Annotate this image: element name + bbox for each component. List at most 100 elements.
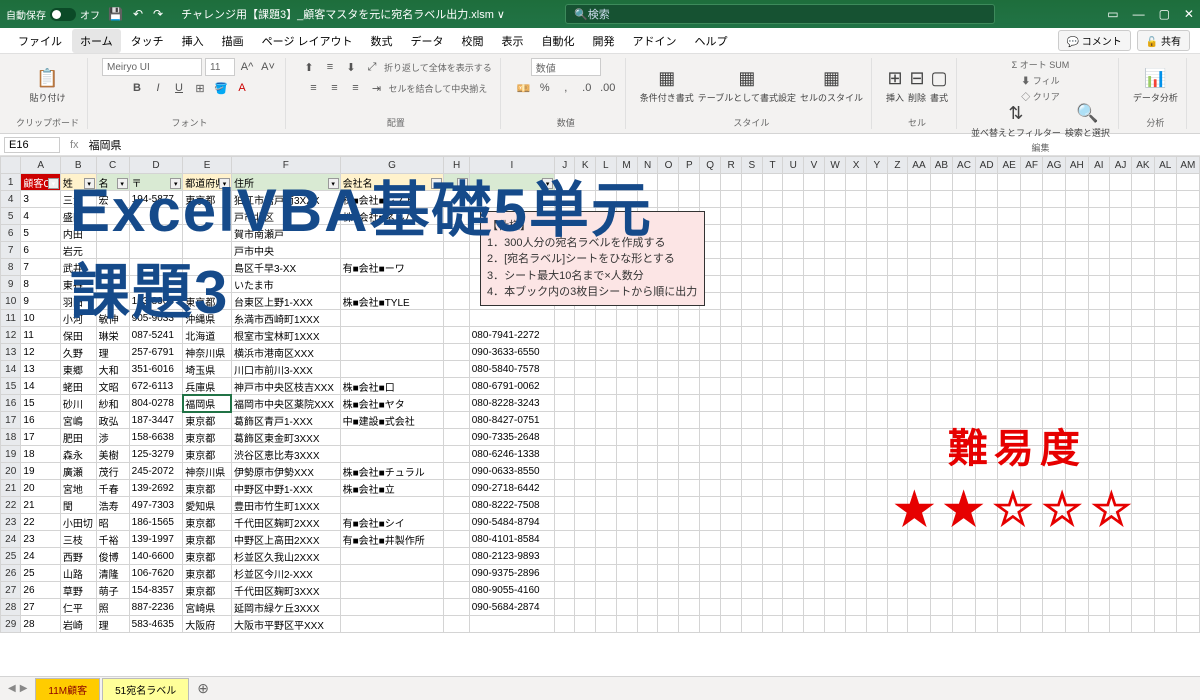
cell[interactable]: 政弘 <box>96 412 129 429</box>
cell[interactable]: 158-6638 <box>129 429 183 446</box>
cell[interactable]: 28 <box>21 616 60 633</box>
cell[interactable] <box>444 531 469 548</box>
cell[interactable] <box>930 582 952 599</box>
cell[interactable]: 砂川 <box>60 395 96 412</box>
cell[interactable] <box>742 497 763 514</box>
cell[interactable] <box>555 327 575 344</box>
cell[interactable] <box>930 565 952 582</box>
cell[interactable] <box>700 310 721 327</box>
cell[interactable]: 186-1565 <box>129 514 183 531</box>
comma-icon[interactable]: , <box>557 79 575 97</box>
cell[interactable]: 豊田市竹生町1XXX <box>231 497 340 514</box>
cell[interactable] <box>1154 310 1176 327</box>
cell[interactable] <box>783 310 804 327</box>
cell[interactable] <box>658 599 679 616</box>
cell[interactable] <box>762 446 783 463</box>
cell[interactable] <box>1020 582 1042 599</box>
cell[interactable] <box>444 344 469 361</box>
cell[interactable] <box>846 327 867 344</box>
select-all-corner[interactable] <box>1 157 21 174</box>
cell[interactable] <box>824 446 845 463</box>
row-header[interactable]: 4 <box>1 191 21 208</box>
cell[interactable] <box>637 395 658 412</box>
cell[interactable] <box>866 378 887 395</box>
cell[interactable] <box>637 497 658 514</box>
col-header[interactable]: AL <box>1154 157 1176 174</box>
cell[interactable] <box>846 412 867 429</box>
cell[interactable] <box>658 582 679 599</box>
cell[interactable] <box>1132 191 1154 208</box>
cell[interactable] <box>846 463 867 480</box>
cell[interactable] <box>866 514 887 531</box>
cell[interactable]: 福岡市中央区薬院XXX <box>231 395 340 412</box>
cell[interactable] <box>975 344 998 361</box>
cell[interactable] <box>616 531 637 548</box>
cell[interactable] <box>824 599 845 616</box>
fill-color-icon[interactable]: 🪣 <box>212 79 230 97</box>
cell[interactable] <box>866 395 887 412</box>
row-header[interactable]: 21 <box>1 480 21 497</box>
cell[interactable] <box>444 497 469 514</box>
col-header[interactable]: A <box>21 157 60 174</box>
cell[interactable] <box>1110 242 1132 259</box>
cell[interactable] <box>1088 310 1109 327</box>
cell[interactable]: 13 <box>21 361 60 378</box>
cell[interactable] <box>658 463 679 480</box>
cell-style-button[interactable]: ▦セルのスタイル <box>800 68 863 104</box>
cell[interactable]: 25 <box>21 565 60 582</box>
cell[interactable] <box>1088 548 1109 565</box>
cell[interactable] <box>783 582 804 599</box>
cell[interactable] <box>575 531 596 548</box>
cell[interactable] <box>1154 361 1176 378</box>
cell[interactable] <box>444 480 469 497</box>
cell[interactable] <box>700 378 721 395</box>
cell[interactable] <box>596 310 616 327</box>
cell[interactable] <box>1132 310 1154 327</box>
cell[interactable] <box>930 191 952 208</box>
cell[interactable] <box>846 395 867 412</box>
cell[interactable]: 139-1997 <box>129 531 183 548</box>
cell[interactable]: 萌子 <box>96 582 129 599</box>
cell[interactable] <box>1020 191 1042 208</box>
cell[interactable] <box>866 344 887 361</box>
cell[interactable] <box>1066 310 1089 327</box>
cell[interactable] <box>637 429 658 446</box>
cell[interactable]: 神奈川県 <box>183 344 232 361</box>
cell[interactable] <box>804 225 825 242</box>
cell[interactable] <box>846 259 867 276</box>
col-header[interactable]: AH <box>1066 157 1089 174</box>
cell[interactable] <box>679 582 700 599</box>
cell[interactable] <box>596 514 616 531</box>
cell[interactable] <box>953 565 976 582</box>
cell[interactable] <box>555 599 575 616</box>
cell[interactable] <box>1176 514 1199 531</box>
cell[interactable] <box>596 497 616 514</box>
cell[interactable] <box>616 310 637 327</box>
cell[interactable]: 26 <box>21 582 60 599</box>
cell[interactable] <box>762 310 783 327</box>
cell[interactable] <box>1176 310 1199 327</box>
cell[interactable] <box>846 531 867 548</box>
cell[interactable]: 紗和 <box>96 395 129 412</box>
cell[interactable] <box>908 208 930 225</box>
cell[interactable]: 千裕 <box>96 531 129 548</box>
cell[interactable] <box>866 191 887 208</box>
cell[interactable] <box>975 191 998 208</box>
cell[interactable] <box>742 582 763 599</box>
cell[interactable] <box>1020 548 1042 565</box>
cell[interactable] <box>1110 582 1132 599</box>
row-header[interactable]: 18 <box>1 429 21 446</box>
cell[interactable] <box>658 412 679 429</box>
cell[interactable] <box>1132 599 1154 616</box>
cell[interactable] <box>783 259 804 276</box>
cell[interactable] <box>596 616 616 633</box>
cell[interactable] <box>762 208 783 225</box>
format-cells-button[interactable]: ▢書式 <box>930 68 948 104</box>
cell[interactable] <box>1088 344 1109 361</box>
cell[interactable] <box>1132 548 1154 565</box>
cell[interactable] <box>555 548 575 565</box>
cell[interactable] <box>721 531 742 548</box>
cell[interactable]: 東京都 <box>183 429 232 446</box>
cell[interactable] <box>998 191 1020 208</box>
cell[interactable] <box>762 361 783 378</box>
